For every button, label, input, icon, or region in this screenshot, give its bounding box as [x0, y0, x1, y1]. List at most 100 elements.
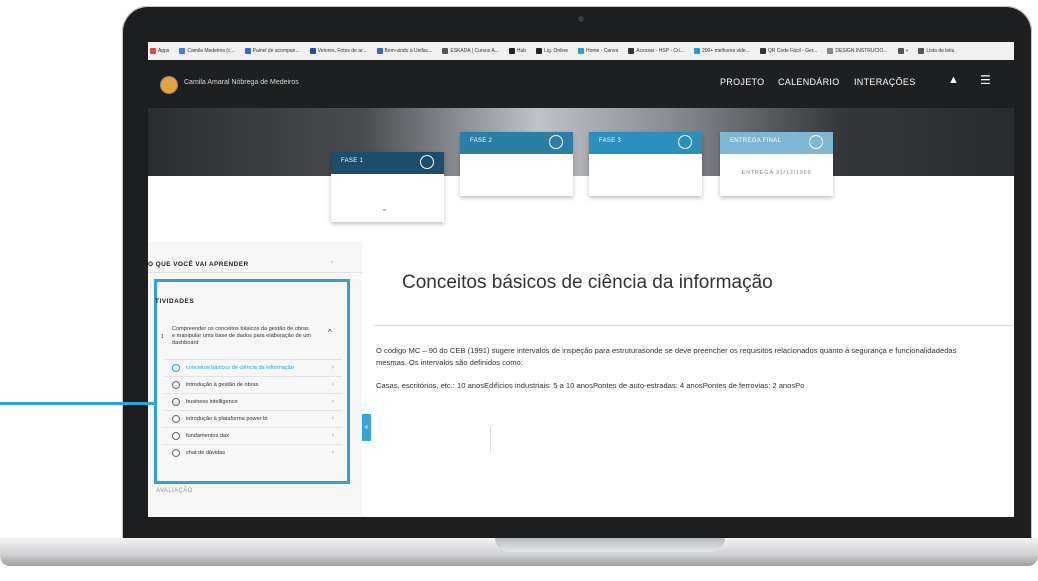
- more-bookmarks-icon: [897, 48, 904, 54]
- activity-item-label: conceitos básicos de ciência da informaç…: [186, 364, 294, 371]
- bookmark-label: DESIGN INSTRUCIO...: [835, 48, 888, 54]
- bookmark-label: Home - Canva: [586, 48, 619, 54]
- bookmark-label: Camila Medeiros (c...: [187, 48, 235, 54]
- phase-1-status-circle-icon: [420, 155, 434, 169]
- activity-item[interactable]: conceitos básicos de ciência da informaç…: [164, 359, 342, 375]
- bookmark-item[interactable]: Vetores, Fotos de ar...: [309, 48, 367, 54]
- chevron-right-icon: ›: [331, 398, 334, 405]
- activity-item[interactable]: introdução à plataforma power bi ›: [164, 410, 342, 426]
- page-title: Conceitos básicos de ciência da informaç…: [402, 272, 773, 293]
- video-icon: [693, 48, 700, 54]
- bookmark-item[interactable]: Bem-vindo à Unifac...: [376, 48, 432, 54]
- apps-grid-icon: [150, 48, 156, 54]
- bookmark-label: Lista de leitu: [926, 48, 955, 54]
- bookmark-label: Apps: [158, 48, 170, 54]
- bookmark-item[interactable]: Lista de leitu: [918, 48, 954, 54]
- activity-item[interactable]: fundamentos dax ›: [164, 427, 342, 443]
- phase-2-header: FASE 2: [460, 132, 573, 154]
- bookmark-item[interactable]: ESKADA | Cursos A...: [442, 48, 499, 54]
- chevron-right-icon: ›: [331, 381, 334, 388]
- chevron-right-icon: ›: [331, 364, 334, 371]
- bell-icon[interactable]: ▲: [948, 74, 959, 86]
- chevron-up-icon[interactable]: ^: [328, 328, 332, 337]
- chevron-right-icon: ›: [331, 415, 334, 422]
- profile-icon: [179, 48, 186, 54]
- circle-icon: [172, 363, 180, 372]
- user-name[interactable]: Camila Amaral Nóbrega de Medeiros: [184, 79, 299, 86]
- hsp-icon: [628, 48, 635, 54]
- avatar[interactable]: [160, 76, 178, 94]
- bookmark-label: Acessar - HSP - Cri...: [636, 48, 684, 54]
- chevron-down-icon[interactable]: ⌄: [381, 204, 388, 213]
- chevron-right-icon[interactable]: ›: [331, 259, 333, 266]
- content-paragraph: Casas, escritórios, etc.: 10 anosEdifíci…: [376, 381, 805, 390]
- design-icon: [827, 48, 834, 54]
- activity-item-label: introdução à plataforma power bi: [186, 415, 268, 422]
- bookmark-item[interactable]: QR Code Fácil - Ger...: [759, 48, 818, 54]
- phase-3-label: FASE 3: [599, 138, 622, 144]
- bookmark-item[interactable]: DESIGN INSTRUCIO...: [827, 48, 888, 54]
- activity-item-label: fundamentos dax: [186, 432, 229, 439]
- phase-card-final[interactable]: ENTREGA FINAL ENTREGA 31/12/1969: [720, 132, 833, 196]
- activity-item-label: introdução à gestão de obras: [186, 381, 259, 388]
- bookmark-label: Hub: [516, 48, 527, 54]
- next-section-title[interactable]: AVALIAÇÃO: [156, 488, 193, 494]
- bookmark-item[interactable]: Hub: [508, 48, 527, 54]
- bookmark-item[interactable]: Painel de acompan...: [244, 48, 300, 54]
- activities-title: TIVIDADES: [155, 298, 195, 305]
- phase-final-status-circle-icon: [809, 135, 823, 149]
- dashboard-icon: [244, 48, 251, 54]
- divider: [374, 325, 1014, 326]
- activity-item[interactable]: business intelligence ›: [164, 393, 342, 409]
- bookmark-item[interactable]: Lig. Online: [536, 48, 568, 54]
- callout-pointer-line: [0, 402, 156, 405]
- canva-icon: [578, 48, 584, 54]
- bookmark-item[interactable]: 200+ melhores vide...: [693, 48, 750, 54]
- activity-number: 1: [161, 334, 164, 340]
- learn-section-row[interactable]: [148, 242, 362, 273]
- reading-list-icon: [918, 48, 925, 54]
- circle-icon: [172, 380, 180, 389]
- learn-section-title[interactable]: O QUE VOCÊ VAI APRENDER: [148, 261, 249, 268]
- delivery-date: ENTREGA 31/12/1969: [741, 170, 812, 176]
- phase-1-label: FASE 1: [341, 158, 364, 164]
- phase-card-2[interactable]: FASE 2: [460, 132, 573, 196]
- bookmark-item[interactable]: Home - Canva: [578, 48, 618, 54]
- laptop-notch: [495, 538, 725, 552]
- nav-calendario[interactable]: CALENDÁRIO: [778, 77, 840, 87]
- phase-final-label: ENTREGA FINAL: [730, 138, 782, 144]
- phase-3-header: FASE 3: [589, 132, 702, 154]
- circle-icon: [172, 431, 180, 440]
- phase-card-1[interactable]: FASE 1 ⌄: [331, 152, 444, 222]
- phase-2-status-circle-icon: [549, 135, 563, 149]
- bookmark-item[interactable]: Acessar - HSP - Cri...: [628, 48, 684, 54]
- phase-1-header: FASE 1: [331, 152, 444, 174]
- bookmark-label: 200+ melhores vide...: [701, 48, 750, 54]
- phase-2-label: FASE 2: [470, 138, 493, 144]
- phase-card-3[interactable]: FASE 3: [589, 132, 702, 196]
- phase-3-status-circle-icon: [678, 135, 692, 149]
- nav-projeto[interactable]: PROJETO: [720, 77, 764, 87]
- activity-item[interactable]: introdução à gestão de obras ›: [164, 376, 342, 392]
- bookmark-item[interactable]: Camila Medeiros (c...: [179, 48, 235, 54]
- bookmark-label: Lig. Online: [544, 48, 568, 54]
- school-icon: [376, 48, 383, 54]
- bookmark-label: QR Code Fácil - Ger...: [767, 48, 818, 54]
- circle-icon: [172, 397, 180, 406]
- hamburger-menu-icon[interactable]: ☰: [980, 73, 991, 87]
- chevron-right-icon: ›: [331, 432, 334, 439]
- bookmark-label: Vetores, Fotos de ar...: [317, 48, 367, 54]
- vector-icon: [309, 48, 316, 54]
- bookmarks-bar: Apps Camila Medeiros (c... Painel de acomp…: [148, 42, 1014, 61]
- activity-item[interactable]: chat de dúvidas ›: [164, 444, 342, 460]
- circle-icon: [172, 414, 180, 423]
- bookmark-item[interactable]: Apps: [150, 48, 169, 54]
- app-header: Camila Amaral Nóbrega de Medeiros PROJET…: [148, 60, 1014, 108]
- text-cursor: [490, 426, 491, 452]
- nav-interacoes[interactable]: INTERAÇÕES: [854, 77, 916, 87]
- qr-icon: [759, 48, 766, 54]
- activity-description[interactable]: Compreender os conceitos básicos da gest…: [172, 326, 312, 347]
- bookmark-item[interactable]: »: [897, 48, 908, 54]
- hub-icon: [508, 48, 515, 54]
- collapse-sidebar-button[interactable]: «: [362, 414, 371, 441]
